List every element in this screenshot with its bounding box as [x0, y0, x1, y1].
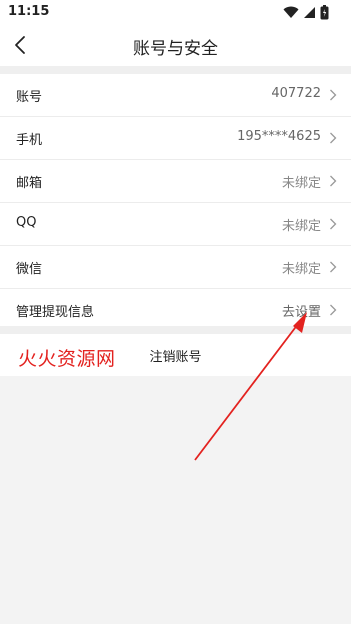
row-wechat[interactable]: 微信 未绑定 — [0, 246, 351, 289]
row-label: 邮箱 — [16, 176, 43, 191]
row-label: 账号 — [16, 90, 43, 105]
chevron-right-icon — [330, 132, 337, 144]
row-withdraw-info[interactable]: 管理提现信息 去设置 — [0, 289, 351, 331]
chevron-right-icon — [330, 175, 337, 187]
watermark-text: 火火资源网 — [18, 348, 116, 370]
nav-bar: 账号与安全 — [0, 24, 351, 66]
row-label: 微信 — [16, 262, 43, 277]
row-label: 手机 — [16, 133, 43, 148]
row-phone[interactable]: 手机 195****4625 — [0, 117, 351, 160]
row-value: 407722 — [271, 86, 321, 101]
status-time: 11:15 — [8, 4, 50, 19]
row-value: 195****4625 — [237, 129, 321, 144]
chevron-right-icon — [330, 261, 337, 273]
wifi-icon — [283, 6, 299, 18]
settings-list: 账号 407722 手机 195****4625 邮箱 未绑定 QQ 未绑定 微… — [0, 74, 351, 331]
row-qq[interactable]: QQ 未绑定 — [0, 203, 351, 246]
row-email[interactable]: 邮箱 未绑定 — [0, 160, 351, 203]
status-icons — [283, 4, 329, 20]
page-title: 账号与安全 — [133, 39, 218, 59]
section-divider — [0, 66, 351, 74]
row-account[interactable]: 账号 407722 — [0, 74, 351, 117]
chevron-right-icon — [330, 218, 337, 230]
row-label: 管理提现信息 — [16, 305, 95, 320]
chevron-right-icon — [330, 304, 337, 316]
battery-icon — [320, 4, 329, 19]
row-value: 未绑定 — [281, 176, 321, 191]
row-value: 去设置 — [281, 305, 321, 320]
row-label: QQ — [16, 215, 37, 230]
signal-icon — [304, 6, 315, 18]
chevron-right-icon — [330, 89, 337, 101]
row-value: 未绑定 — [281, 219, 321, 234]
status-bar: 11:15 — [0, 0, 351, 24]
row-value: 未绑定 — [281, 262, 321, 277]
section-divider — [0, 326, 351, 334]
